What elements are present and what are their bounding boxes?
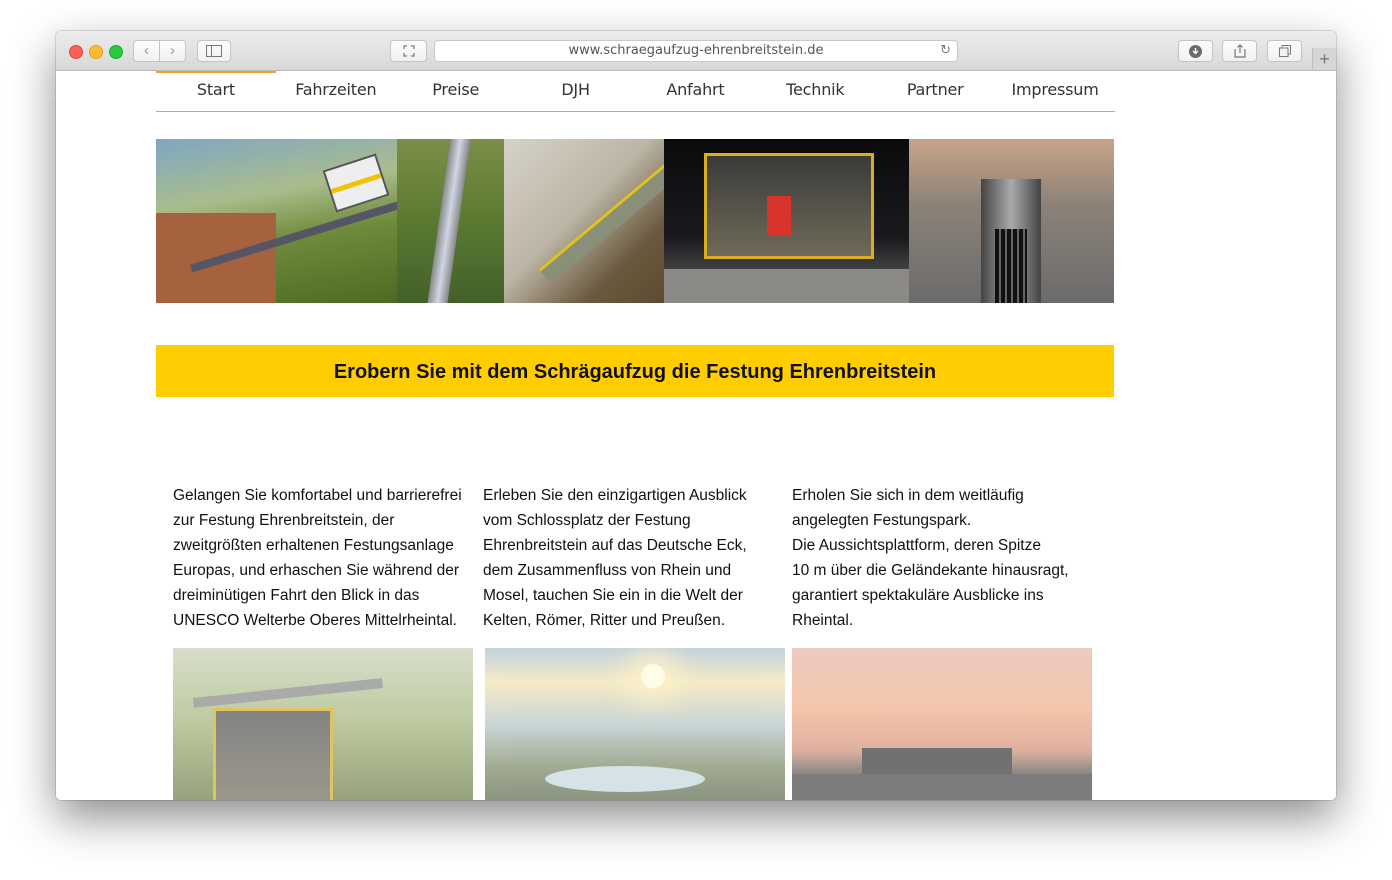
expand-arrows-icon bbox=[402, 45, 415, 57]
nav-item-impressum[interactable]: Impressum bbox=[995, 71, 1115, 111]
zoom-window-button[interactable] bbox=[109, 45, 123, 59]
text-line: Die Aussichtsplattform, deren Spitze bbox=[792, 537, 1041, 554]
sidebar-toggle-button[interactable] bbox=[197, 40, 231, 62]
nav-item-preise[interactable]: Preise bbox=[396, 71, 516, 111]
text-line: Mosel, tauchen Sie ein in die Welt der bbox=[483, 587, 743, 604]
headline-banner: Erobern Sie mit dem Schrägaufzug die Fes… bbox=[156, 345, 1114, 397]
text-line: Erholen Sie sich in dem weitläufig bbox=[792, 487, 1024, 504]
browser-toolbar: ‹ › www.schraegaufzug-ehrenbreitstein.de… bbox=[56, 31, 1336, 71]
nav-item-djh[interactable]: DJH bbox=[516, 71, 636, 111]
tabs-icon bbox=[1278, 45, 1291, 57]
address-bar[interactable]: www.schraegaufzug-ehrenbreitstein.de ↻ bbox=[434, 40, 958, 62]
text-line: dem Zusammenfluss von Rhein und bbox=[483, 562, 732, 579]
downloads-button[interactable] bbox=[1178, 40, 1213, 62]
back-button[interactable]: ‹ bbox=[134, 41, 160, 61]
url-text: www.schraegaufzug-ehrenbreitstein.de bbox=[568, 43, 824, 58]
banner-photo-cabin-fortress bbox=[156, 139, 397, 303]
photo-viewing-platform-sunset[interactable] bbox=[792, 648, 1092, 800]
page-content: Start Fahrzeiten Preise DJH Anfahrt Tech… bbox=[56, 71, 1336, 800]
browser-window: ‹ › www.schraegaufzug-ehrenbreitstein.de… bbox=[56, 31, 1336, 800]
history-nav: ‹ › bbox=[133, 40, 186, 62]
nav-item-technik[interactable]: Technik bbox=[755, 71, 875, 111]
text-line: zur Festung Ehrenbreitstein, der bbox=[173, 512, 395, 529]
minimize-window-button[interactable] bbox=[89, 45, 103, 59]
text-line: vom Schlossplatz der Festung bbox=[483, 512, 691, 529]
close-window-button[interactable] bbox=[69, 45, 83, 59]
new-tab-button[interactable]: + bbox=[1312, 48, 1336, 70]
nav-item-anfahrt[interactable]: Anfahrt bbox=[636, 71, 756, 111]
text-line: Erleben Sie den einzigartigen Ausblick bbox=[483, 487, 747, 504]
reload-icon[interactable]: ↻ bbox=[940, 41, 951, 61]
nav-item-fahrzeiten[interactable]: Fahrzeiten bbox=[276, 71, 396, 111]
text-line: garantiert spektakuläre Ausblicke ins bbox=[792, 587, 1044, 604]
sidebar-icon bbox=[206, 45, 222, 57]
share-icon bbox=[1233, 44, 1246, 58]
text-line: angelegten Festungspark. bbox=[792, 512, 972, 529]
nav-item-partner[interactable]: Partner bbox=[875, 71, 995, 111]
banner-photo-station-night bbox=[664, 139, 909, 303]
text-line: 10 m über die Geländekante hinausragt, bbox=[792, 562, 1069, 579]
text-line: Rheintal. bbox=[792, 612, 854, 629]
banner-photo-rail-mechanics bbox=[909, 139, 1114, 303]
photo-deutsches-eck-view[interactable] bbox=[485, 648, 785, 800]
text-line: Ehrenbreitstein auf das Deutsche Eck, bbox=[483, 537, 747, 554]
text-line: Kelten, Römer, Ritter und Preußen. bbox=[483, 612, 726, 629]
forward-button[interactable]: › bbox=[160, 41, 185, 61]
nav-item-start[interactable]: Start bbox=[156, 71, 276, 111]
tab-overview-button[interactable] bbox=[1267, 40, 1302, 62]
intro-text-view: Erleben Sie den einzigartigen Ausblick v… bbox=[483, 483, 783, 633]
text-line: Europas, und erhaschen Sie während der bbox=[173, 562, 460, 579]
download-icon bbox=[1189, 44, 1202, 58]
intro-text-ride: Gelangen Sie komfortabel und barrierefre… bbox=[173, 483, 473, 633]
header-banner bbox=[156, 139, 1114, 303]
text-line: dreiminütigen Fahrt den Blick in das bbox=[173, 587, 420, 604]
text-line: Gelangen Sie komfortabel und barrierefre… bbox=[173, 487, 462, 504]
text-line: UNESCO Welterbe Oberes Mittelrheintal. bbox=[173, 612, 457, 629]
banner-photo-track-hill bbox=[397, 139, 504, 303]
photo-valley-station[interactable] bbox=[173, 648, 473, 800]
share-button[interactable] bbox=[1222, 40, 1257, 62]
text-line: zweitgrößten erhaltenen Festungsanlage bbox=[173, 537, 454, 554]
main-nav: Start Fahrzeiten Preise DJH Anfahrt Tech… bbox=[156, 71, 1115, 112]
intro-text-park: Erholen Sie sich in dem weitläufig angel… bbox=[792, 483, 1092, 633]
reader-view-button[interactable] bbox=[390, 40, 427, 62]
banner-photo-track-wall bbox=[504, 139, 664, 303]
